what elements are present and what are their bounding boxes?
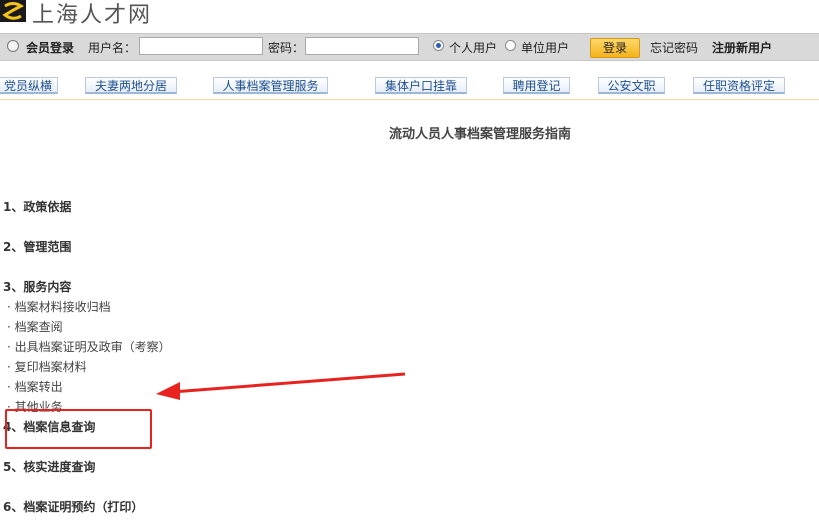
tab-collective-hukou[interactable]: 集体户口挂靠 — [375, 77, 467, 94]
section-services[interactable]: 3、服务内容 — [3, 278, 71, 295]
tab-personnel-archive[interactable]: 人事档案管理服务 — [213, 77, 328, 94]
password-input[interactable] — [305, 37, 419, 55]
section-progress-query[interactable]: 5、核实进度查询 — [3, 458, 95, 475]
register-link[interactable]: 注册新用户 — [712, 39, 772, 56]
password-label: 密码： — [268, 41, 305, 55]
service-item[interactable]: · 档案材料接收归档 — [7, 298, 111, 315]
login-bar: 会员登录 用户名： 密码： 个人用户 单位用户 登录 忘记密码 注册新用户 — [0, 33, 819, 61]
radio-personal-user[interactable] — [433, 40, 444, 51]
forgot-password-link[interactable]: 忘记密码 — [650, 39, 698, 56]
tab-police-civilian[interactable]: 公安文职 — [598, 77, 665, 94]
page-title: 流动人员人事档案管理服务指南 — [388, 127, 571, 142]
login-button[interactable]: 登录 — [590, 38, 640, 58]
radio-company-label[interactable]: 单位用户 — [521, 39, 569, 56]
username-input[interactable] — [139, 37, 263, 55]
highlight-box — [5, 409, 152, 449]
username-label: 用户名： — [88, 41, 137, 55]
radio-personal-label[interactable]: 个人用户 — [449, 39, 497, 56]
tab-couple-separation[interactable]: 夫妻两地分居 — [85, 77, 177, 94]
member-login-label: 会员登录 — [26, 41, 75, 55]
tab-employment-registration[interactable]: 聘用登记 — [503, 77, 570, 94]
site-name[interactable]: 上海人才网 — [32, 0, 152, 29]
tab-qualification-review[interactable]: 任职资格评定 — [693, 77, 785, 94]
red-arrow-icon — [156, 372, 406, 400]
radio-company-user[interactable] — [505, 40, 516, 51]
service-item[interactable]: · 出具档案证明及政审（考察） — [7, 338, 171, 355]
site-logo-icon[interactable] — [0, 0, 26, 22]
section-scope[interactable]: 2、管理范围 — [3, 238, 71, 255]
service-item[interactable]: · 档案查阅 — [7, 318, 63, 335]
service-item[interactable]: · 档案转出 — [7, 378, 63, 395]
service-item[interactable]: · 复印档案材料 — [7, 358, 87, 375]
member-icon — [7, 40, 19, 52]
category-nav: 党员纵横 夫妻两地分居 人事档案管理服务 集体户口挂靠 聘用登记 公安文职 任职… — [0, 73, 819, 100]
section-certificate-appointment[interactable]: 6、档案证明预约（打印） — [3, 498, 143, 515]
tab-party[interactable]: 党员纵横 — [0, 77, 58, 94]
section-policy[interactable]: 1、政策依据 — [3, 198, 71, 215]
